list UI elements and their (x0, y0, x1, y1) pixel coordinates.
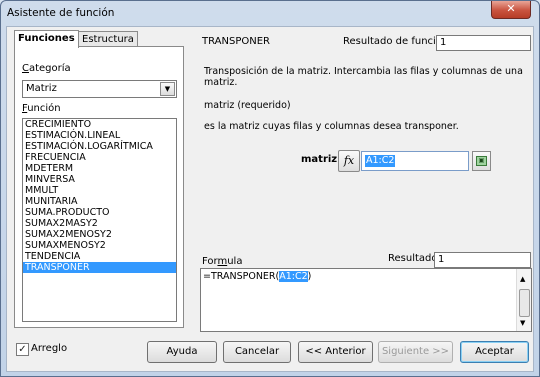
function-list-item[interactable]: CRECIMIENTO (23, 119, 176, 130)
function-list-item[interactable]: ESTIMACIÓN.LOGARÍTMICA (23, 141, 176, 152)
fx-button[interactable]: fx (338, 150, 360, 172)
formula-highlight: A1:C2 (279, 271, 308, 282)
categoria-label-rest: ategoría (28, 63, 71, 74)
funcion-label-rest: unción (27, 103, 61, 114)
close-button[interactable]: ✕ (491, 1, 531, 19)
function-list-item[interactable]: SUMAX2MENOSY2 (23, 229, 176, 240)
function-list-item[interactable]: MUNITARIA (23, 196, 176, 207)
function-list-item[interactable]: SUMA.PRODUCTO (23, 207, 176, 218)
function-list-item[interactable]: TRANSPONER (23, 262, 176, 273)
ayuda-button[interactable]: Ayuda (147, 341, 217, 363)
cancelar-button[interactable]: Cancelar (223, 341, 291, 363)
categoria-label: Categoría (22, 63, 71, 74)
function-list-item[interactable]: MDETERM (23, 163, 176, 174)
fx-icon: fx (343, 154, 355, 167)
argument-label: matriz (301, 154, 338, 165)
formula-editor[interactable]: =TRANSPONER(A1:C2) ▲ ▼ (200, 268, 532, 332)
function-result-label: Resultado de función (343, 36, 449, 47)
scroll-down-icon[interactable]: ▼ (520, 319, 525, 327)
chevron-down-icon[interactable]: ▼ (160, 82, 175, 96)
shrink-icon: ▣ (476, 156, 487, 166)
function-list-item[interactable]: FRECUENCIA (23, 152, 176, 163)
siguiente-button[interactable]: Siguiente >> (378, 341, 453, 363)
scroll-up-icon[interactable]: ▲ (520, 275, 525, 283)
arreglo-checkbox[interactable]: ✓ (16, 343, 29, 356)
formula-scrollbar[interactable]: ▲ ▼ (516, 269, 531, 331)
scroll-thumb[interactable] (519, 289, 530, 317)
formula-text: =TRANSPONER(A1:C2) (203, 271, 311, 282)
funcion-label: Función (22, 103, 61, 114)
window-title: Asistente de función (7, 7, 115, 19)
formula-prefix: =TRANSPONER( (203, 271, 280, 282)
function-description: Transposición de la matriz. Intercambia … (204, 66, 523, 88)
anterior-button[interactable]: << Anterior (298, 341, 373, 363)
categoria-select[interactable]: Matriz ▼ (22, 80, 177, 98)
formula-result-field: 1 (434, 252, 531, 268)
function-list-item[interactable]: TENDENCIA (23, 251, 176, 262)
tab-estructura-label: Estructura (82, 34, 134, 45)
function-list-item[interactable]: MMULT (23, 185, 176, 196)
categoria-value: Matriz (26, 83, 57, 94)
function-name: TRANSPONER (202, 36, 270, 47)
function-list-item[interactable]: SUMAX2MASY2 (23, 218, 176, 229)
aceptar-button[interactable]: Aceptar (460, 341, 529, 363)
function-list-item[interactable]: ESTIMACIÓN.LINEAL (23, 130, 176, 141)
function-result-field: 1 (436, 35, 531, 51)
formula-suffix: ) (307, 271, 312, 282)
parameter-title: matriz (requerido) (204, 100, 291, 111)
parameter-description: es la matriz cuyas filas y columnas dese… (204, 121, 459, 132)
tab-funciones-label: Funciones (18, 33, 75, 44)
formula-label: Formula (202, 256, 243, 267)
title-bar[interactable]: Asistente de función ✕ (1, 1, 539, 23)
formula-result-label: Resultado (388, 253, 438, 264)
matriz-input[interactable]: A1:C2 (361, 151, 469, 171)
close-icon: ✕ (506, 2, 516, 15)
shrink-button[interactable]: ▣ (472, 151, 491, 171)
arreglo-label: Arreglo (31, 343, 68, 354)
function-list-item[interactable]: SUMAXMENOSY2 (23, 240, 176, 251)
function-list[interactable]: CRECIMIENTO ESTIMACIÓN.LINEAL ESTIMACIÓN.L… (22, 118, 177, 322)
function-list-item[interactable]: MINVERSA (23, 174, 176, 185)
tab-funciones[interactable]: Funciones (14, 30, 79, 48)
matriz-input-value: A1:C2 (365, 155, 396, 167)
